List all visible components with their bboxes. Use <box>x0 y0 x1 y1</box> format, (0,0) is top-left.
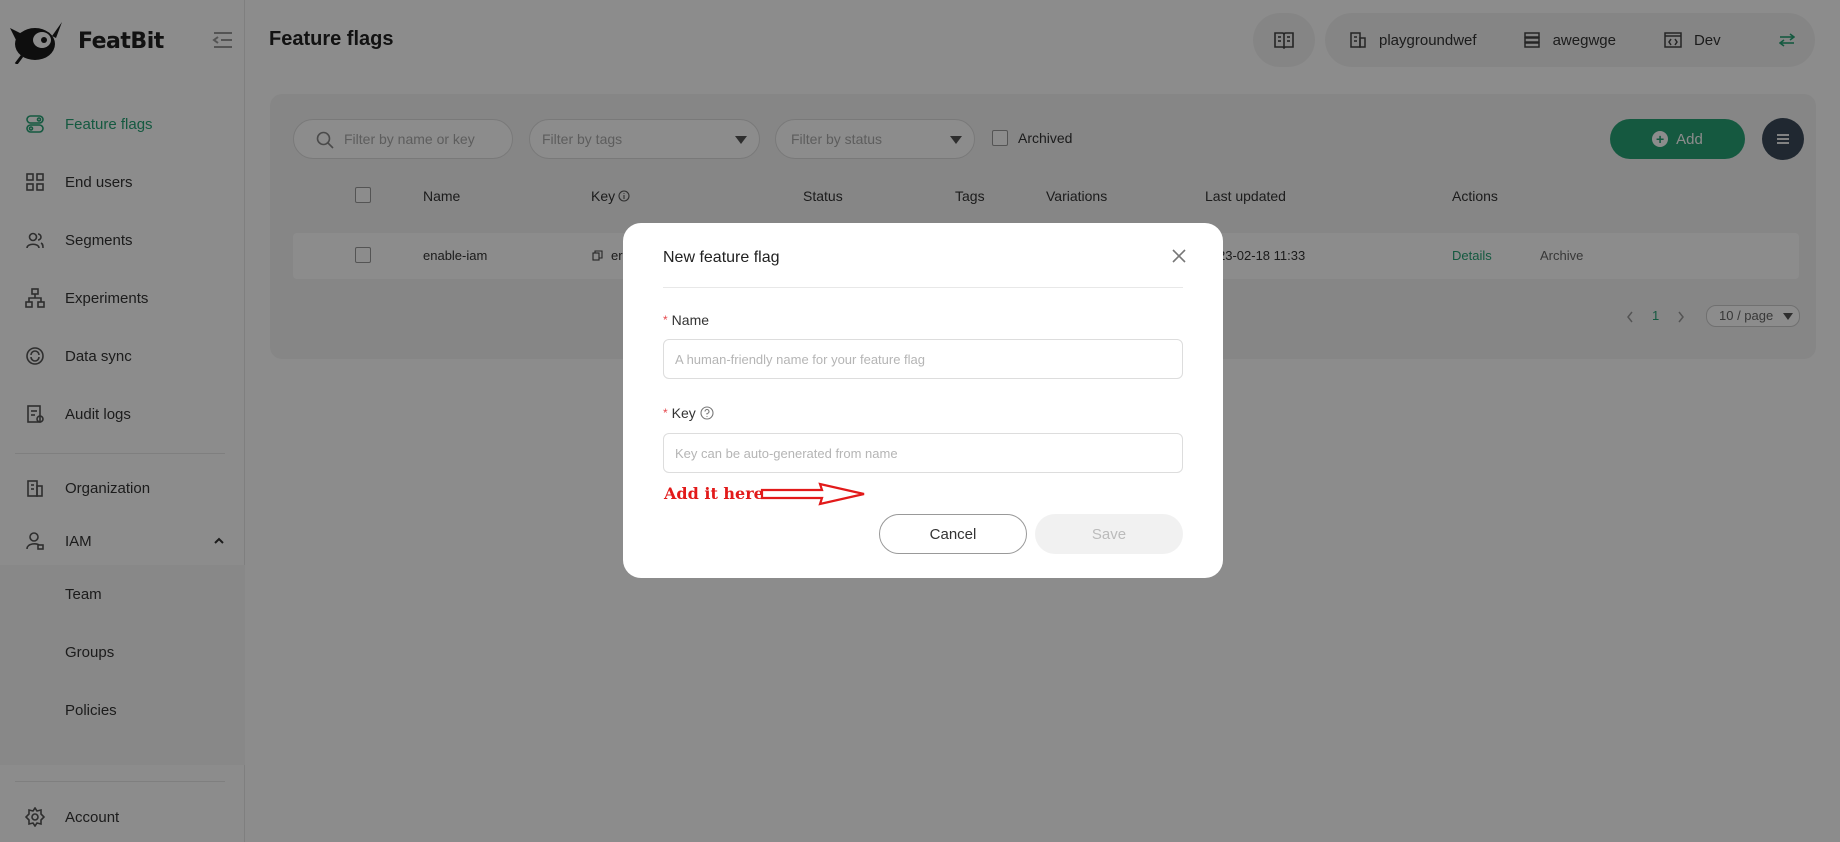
annotation-text: Add it here <box>664 484 764 503</box>
close-button[interactable] <box>1168 245 1190 267</box>
help-icon[interactable] <box>700 406 714 420</box>
annotation-arrow-icon <box>760 482 865 506</box>
save-button[interactable]: Save <box>1035 514 1183 554</box>
dialog-title: New feature flag <box>663 249 780 266</box>
name-label-text: Name <box>671 312 710 328</box>
required-marker: * <box>663 313 668 327</box>
required-marker: * <box>663 406 668 420</box>
key-field[interactable] <box>663 433 1183 473</box>
dialog-divider <box>663 287 1183 288</box>
key-label-text: Key <box>671 405 696 421</box>
cancel-button[interactable]: Cancel <box>879 514 1027 554</box>
new-feature-flag-dialog: New feature flag * Name * Key Add it her… <box>623 223 1223 578</box>
close-icon <box>1172 249 1186 263</box>
key-field-label: * Key <box>663 405 714 421</box>
name-field-label: * Name <box>663 312 709 328</box>
name-field[interactable] <box>663 339 1183 379</box>
